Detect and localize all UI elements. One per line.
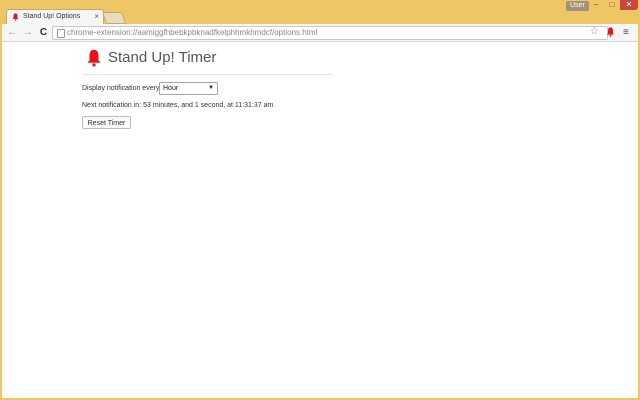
menu-icon[interactable]: ≡ [623,27,629,38]
tab-close-icon[interactable]: × [94,12,99,22]
page-icon [57,29,65,38]
maximize-button[interactable]: □ [604,0,620,10]
interval-select[interactable]: Hour ▼ [159,82,218,95]
interval-select-value: Hour [163,85,179,92]
profile-badge[interactable]: User [566,1,589,11]
back-icon[interactable]: ← [7,27,18,38]
browser-toolbar: ← → C chrome-extension://aamiggfhbebkpbk… [2,24,638,42]
reload-icon[interactable]: C [38,27,49,38]
divider [82,74,332,75]
new-tab-button[interactable] [101,12,127,24]
forward-icon[interactable]: → [22,27,33,38]
reset-timer-button[interactable]: Reset Timer [82,116,131,129]
dropdown-arrow-icon: ▼ [208,85,214,91]
interval-label: Display notification every: [82,85,162,92]
bell-icon [87,49,101,67]
extension-bell-icon[interactable] [606,27,615,37]
minimize-button[interactable]: – [588,0,604,10]
next-notification-text: Next notification in: 53 minutes, and 1 … [82,102,274,109]
page-title: Stand Up! Timer [108,49,217,66]
bookmark-star-icon[interactable]: ☆ [590,26,599,38]
close-window-button[interactable]: ✕ [620,0,638,10]
url-text[interactable]: chrome-extension://aamiggfhbebkpbknadfke… [67,27,317,39]
address-bar[interactable]: chrome-extension://aamiggfhbebkpbknadfke… [52,26,608,40]
tab-title: Stand Up! Options [23,13,81,20]
browser-tab[interactable]: Stand Up! Options × [6,9,104,25]
bell-icon [12,13,19,21]
page-content: Stand Up! Timer Display notification eve… [2,42,638,398]
